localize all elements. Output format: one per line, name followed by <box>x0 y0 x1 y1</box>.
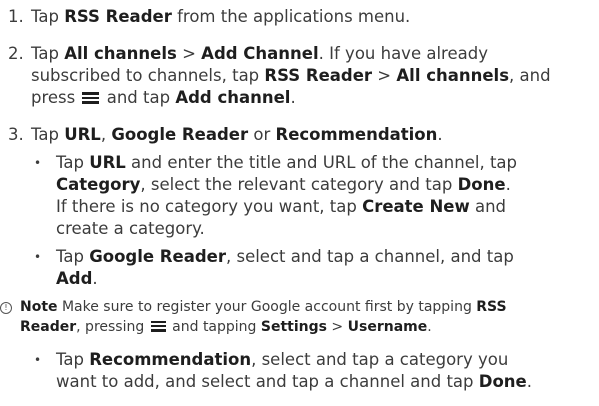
bold-term: Settings <box>260 319 327 335</box>
bullet-line: Tap URL and enter the title and URL of t… <box>56 152 517 174</box>
step-line: Tap All channels > Add Channel. If you h… <box>31 43 488 65</box>
text-run: Tap <box>56 153 90 172</box>
text-run: and enter the title and URL of the chann… <box>125 153 518 172</box>
bullet-line: Tap Google Reader, select and tap a chan… <box>56 246 514 268</box>
text-run: . <box>437 125 443 144</box>
text-run: create a category. <box>56 219 205 238</box>
text-run: . <box>526 372 532 391</box>
text-run: , pressing <box>76 319 149 335</box>
bullet-line: If there is no category you want, tap Cr… <box>56 196 506 218</box>
bold-term: Add <box>56 269 93 288</box>
bullet-line: Add. <box>56 268 98 290</box>
text-run: > <box>372 66 397 85</box>
step-line: Tap URL, Google Reader or Recommendation… <box>31 124 443 146</box>
text-run: Tap <box>31 7 65 26</box>
step-line: press and tap Add channel. <box>31 87 296 109</box>
bullet-dot: • <box>34 353 42 367</box>
menu-icon <box>82 92 100 104</box>
bold-term: Note <box>20 299 58 315</box>
bold-term: Category <box>56 175 141 194</box>
text-run: subscribed to channels, tap <box>31 66 265 85</box>
step-number: 1. <box>8 7 24 26</box>
bold-term: Done <box>478 372 527 391</box>
text-run: , select the relevant category and tap <box>140 175 458 194</box>
text-run: . <box>290 88 296 107</box>
bold-term: Recommendation <box>275 125 438 144</box>
text-run: Tap <box>56 350 90 369</box>
bold-term: All channels <box>396 66 510 85</box>
bullet-line: create a category. <box>56 218 205 240</box>
instructions-page: 1. Tap RSS Reader from the applications … <box>0 0 599 406</box>
menu-icon <box>150 321 166 332</box>
text-run: and <box>469 197 507 216</box>
text-run: . <box>505 175 511 194</box>
text-run: or <box>248 125 276 144</box>
step-line: subscribed to channels, tap RSS Reader >… <box>31 65 551 87</box>
bold-term: Add channel <box>175 88 291 107</box>
info-icon: ! <box>0 302 12 314</box>
bullet-line: want to add, and select and tap a channe… <box>56 371 532 393</box>
bold-term: URL <box>64 125 101 144</box>
bold-term: RSS Reader <box>264 66 373 85</box>
text-run: If there is no category you want, tap <box>56 197 363 216</box>
bold-term: Add Channel <box>201 44 319 63</box>
bold-term: URL <box>89 153 126 172</box>
text-run: and tap <box>101 88 176 107</box>
text-run: > <box>326 319 348 335</box>
text-run: , select and tap a category you <box>251 350 509 369</box>
bold-term: Username <box>347 319 428 335</box>
text-run: . If you have already <box>318 44 488 63</box>
step-line: Tap RSS Reader from the applications men… <box>31 6 410 28</box>
bold-term: RSS <box>476 299 507 315</box>
text-run: press <box>31 88 81 107</box>
bold-term: Recommendation <box>89 350 252 369</box>
text-run: Make sure to register your Google accoun… <box>57 299 477 315</box>
text-run: Tap <box>31 44 65 63</box>
bold-term: Reader <box>20 319 77 335</box>
bullet-line: Tap Recommendation, select and tap a cat… <box>56 349 508 371</box>
text-run: from the applications menu. <box>171 7 411 26</box>
step-number: 3. <box>8 125 24 144</box>
bullet-dot: • <box>34 156 42 170</box>
bold-term: Google Reader <box>89 247 226 266</box>
step-number: 2. <box>8 44 24 63</box>
bold-term: RSS Reader <box>64 7 172 26</box>
bullet-line: Category, select the relevant category a… <box>56 174 511 196</box>
text-run: want to add, and select and tap a channe… <box>56 372 479 391</box>
text-run: , select and tap a channel, and tap <box>225 247 514 266</box>
text-run: Tap <box>56 247 90 266</box>
bold-term: All channels <box>64 44 177 63</box>
text-run: , <box>100 125 112 144</box>
bold-term: Done <box>457 175 506 194</box>
bold-term: Google Reader <box>111 125 249 144</box>
text-run: and tapping <box>167 319 261 335</box>
text-run: , and <box>509 66 551 85</box>
note-line: Reader, pressing and tapping Settings > … <box>20 318 432 336</box>
bullet-dot: • <box>34 250 42 264</box>
text-run: > <box>176 44 202 63</box>
text-run: . <box>427 319 432 335</box>
text-run: . <box>92 269 98 288</box>
bold-term: Create New <box>362 197 470 216</box>
text-run: Tap <box>31 125 65 144</box>
note-line: Note Make sure to register your Google a… <box>20 298 507 316</box>
